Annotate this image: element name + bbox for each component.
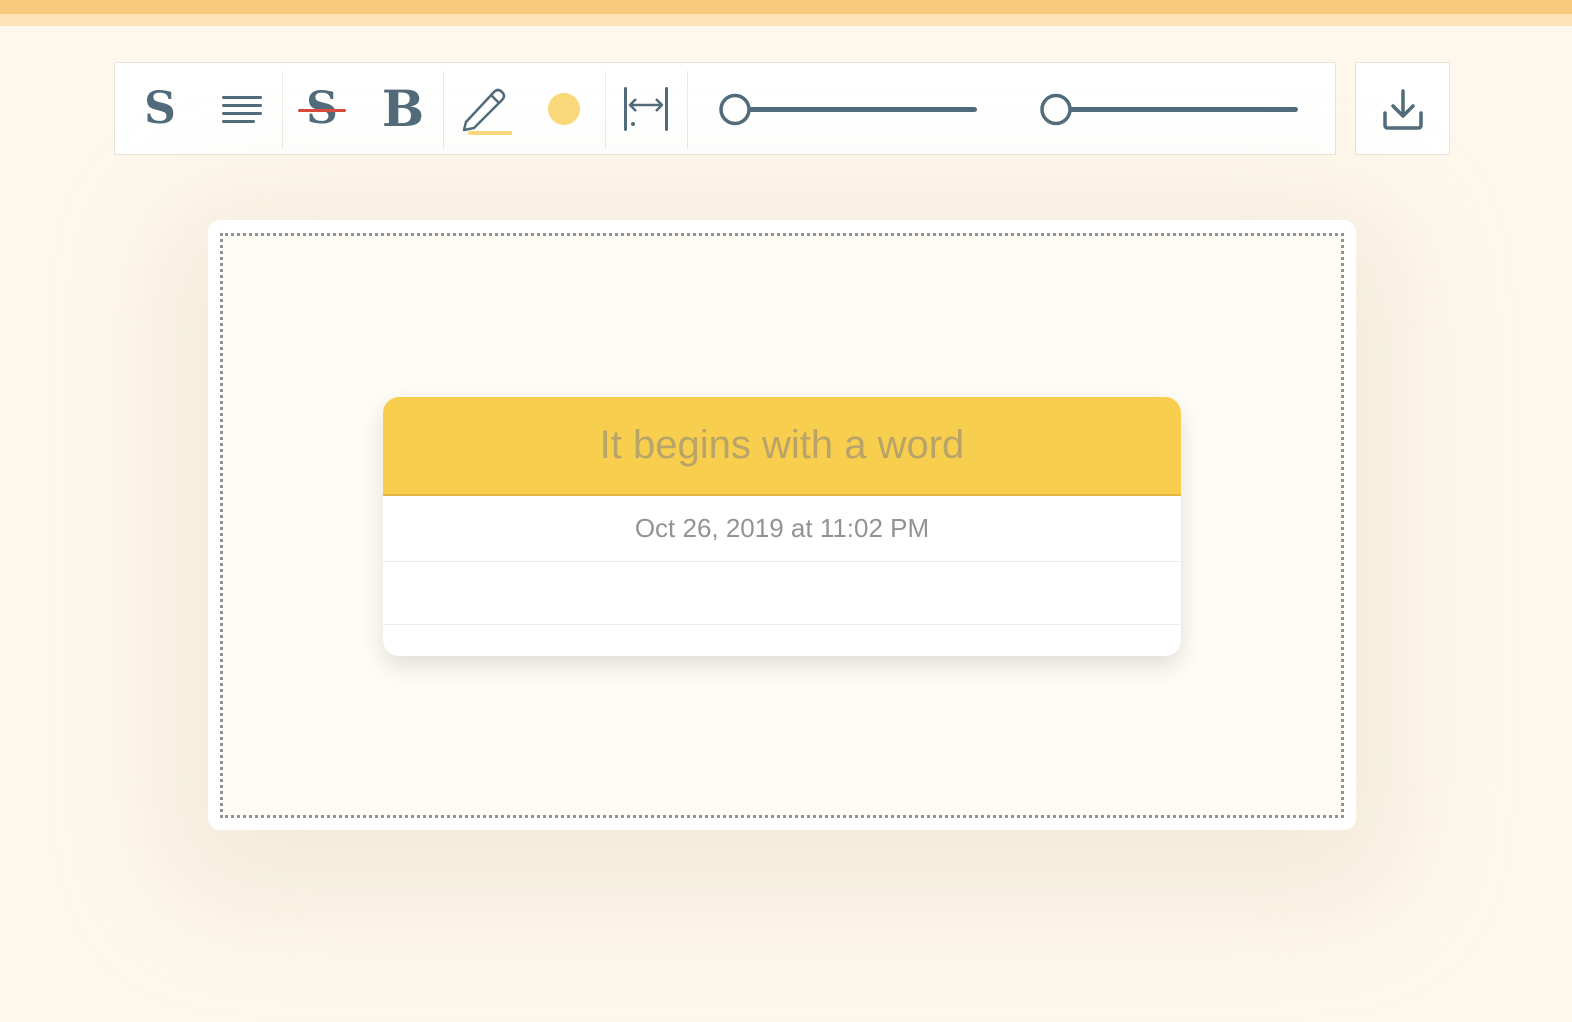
strikethrough-icon: S xyxy=(297,84,347,134)
pencil-icon xyxy=(462,88,512,135)
toolbar-divider xyxy=(282,71,283,149)
slider-track xyxy=(1040,93,1298,126)
color-dot-icon xyxy=(548,92,580,125)
color-picker-button[interactable] xyxy=(533,63,595,154)
card-body-line[interactable] xyxy=(383,562,1181,625)
formatting-toolbar: S S B xyxy=(114,62,1336,155)
top-accent-bar-secondary xyxy=(0,14,1572,26)
bold-icon: B xyxy=(381,78,425,138)
align-button[interactable] xyxy=(211,63,273,154)
card-title-input[interactable] xyxy=(430,422,1134,469)
toolbar-divider xyxy=(605,71,606,149)
toolbar-divider xyxy=(687,71,688,149)
align-icon xyxy=(222,95,262,123)
width-icon xyxy=(624,86,668,131)
strikethrough-line xyxy=(298,108,346,112)
size-slider[interactable] xyxy=(717,63,979,154)
toolbar-divider xyxy=(443,71,444,149)
note-card: Oct 26, 2019 at 11:02 PM xyxy=(383,397,1181,656)
bold-button[interactable]: B xyxy=(372,63,434,154)
highlight-pen-button[interactable] xyxy=(452,63,518,154)
width-button[interactable] xyxy=(615,63,677,154)
top-accent-bar xyxy=(0,0,1572,14)
font-style-icon: S xyxy=(144,82,176,134)
strikethrough-button[interactable]: S xyxy=(291,63,353,154)
download-icon xyxy=(1382,88,1423,130)
download-button[interactable] xyxy=(1355,62,1450,155)
spacing-slider[interactable] xyxy=(1038,63,1300,154)
card-date: Oct 26, 2019 at 11:02 PM xyxy=(383,496,1181,562)
slider-track xyxy=(719,93,977,126)
font-style-button[interactable]: S xyxy=(129,63,191,154)
card-header xyxy=(383,397,1181,496)
